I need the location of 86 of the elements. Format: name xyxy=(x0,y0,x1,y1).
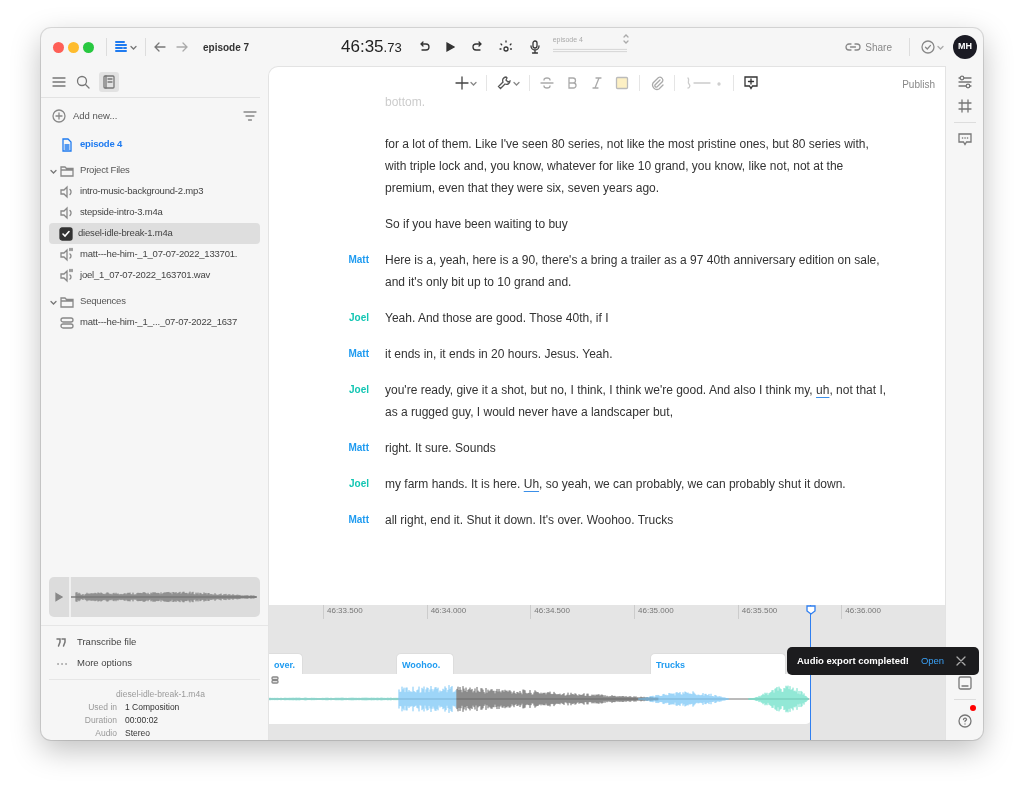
transcript-paragraph: it ends in, it ends in 20 hours. Jesus. Yeah. xyxy=(385,346,614,363)
transcript-paragraph: for a lot of them. Like I've seen 80 series, not like the most pristine ones, but 80 series with, with triple lock and, you know, whatever for like 10 grand, you know, like not, not at the premium, even that they were six, seven years ago. xyxy=(385,136,870,197)
tools-button[interactable] xyxy=(496,75,520,91)
wrench-icon xyxy=(496,75,512,91)
time-tick-label: 46:36.000 xyxy=(841,605,946,619)
tree-item[interactable]: diesel-idle-break-1.m4a xyxy=(49,223,260,244)
grid-icon[interactable] xyxy=(956,98,973,114)
speaker-icon xyxy=(59,204,75,221)
speaker-name[interactable]: Matt xyxy=(348,254,369,265)
transcribe-button[interactable]: Transcribe file xyxy=(77,635,137,650)
caret-icon xyxy=(512,79,520,87)
filter-icon[interactable] xyxy=(242,108,258,124)
clip-label[interactable]: Trucks xyxy=(650,653,786,674)
info-value: Stereo xyxy=(125,727,151,740)
time-tick-label: 46:34.500 xyxy=(530,605,634,619)
check-circle-icon[interactable] xyxy=(920,39,936,55)
speaker-name[interactable]: Matt xyxy=(348,348,369,359)
tree-item[interactable]: intro-music-background-2.mp3 xyxy=(49,181,260,202)
speaker-name[interactable]: Joel xyxy=(349,384,369,395)
search-icon[interactable] xyxy=(75,73,91,90)
add-new-button[interactable]: Add new... xyxy=(73,108,118,124)
transcript-paragraph: all right, end it. Shut it down. It's over. Woohoo. Trucks xyxy=(385,512,675,529)
time-tick-label: 46:34.000 xyxy=(426,605,531,619)
sequence-icon xyxy=(59,314,75,331)
window-control-button[interactable] xyxy=(53,41,64,53)
transcript-paragraph: So if you have been waiting to buy xyxy=(385,216,569,233)
tree-item[interactable]: matt---he-him-_1_..._07-07-2022_1637 xyxy=(49,312,260,333)
transcript-paragraph: Yeah. And those are good. Those 40th, if I xyxy=(385,310,610,327)
insert-button[interactable] xyxy=(455,76,477,90)
info-label: Used in xyxy=(87,701,118,714)
info-label: Audio xyxy=(94,727,118,740)
open-link[interactable]: Open xyxy=(920,653,945,669)
add-icon[interactable] xyxy=(51,108,67,124)
tree-item[interactable]: episode 4 xyxy=(49,134,260,155)
speaker-name[interactable]: Joel xyxy=(349,312,369,323)
paperclip-icon[interactable] xyxy=(649,75,665,91)
clip-label[interactable]: Woohoo. xyxy=(396,653,454,674)
window-title: episode 7 xyxy=(203,40,251,55)
tree-item[interactable]: Project Files xyxy=(49,160,260,181)
speaker-quote-icon xyxy=(59,246,75,263)
notebook-icon[interactable] xyxy=(99,71,119,92)
file-name: diesel-idle-break-1.m4a xyxy=(115,688,206,701)
document-icon xyxy=(59,136,75,153)
clip-handle-icon[interactable] xyxy=(271,676,279,684)
info-value: 00:00:02 xyxy=(125,714,159,727)
transcript-paragraph: right. It sure. Sounds xyxy=(385,440,497,457)
tree-item[interactable]: stepside-intro-3.m4a xyxy=(49,202,260,223)
share-button[interactable]: Share xyxy=(845,39,892,55)
strikethrough-icon[interactable] xyxy=(539,75,555,91)
sliders-icon[interactable] xyxy=(956,74,973,90)
more-options-button[interactable]: More options xyxy=(77,656,132,671)
caret-icon xyxy=(469,79,477,87)
transcript-paragraph: my farm hands. It is here. Uh, so yeah, we can probably, we can probably shut it down. xyxy=(385,476,847,493)
transcript-paragraph: Here is a, yeah, here is a 90, there's a bring a trailer as a 97 40th anniversary edition on sale, and it's only bit up to 10 grand and. xyxy=(385,252,881,291)
clip-label[interactable]: over. xyxy=(269,653,303,674)
speaker-name[interactable]: Joel xyxy=(349,478,369,489)
tree-item[interactable]: Sequences xyxy=(49,291,260,312)
info-label: Duration xyxy=(83,714,118,727)
tap-icon[interactable] xyxy=(497,39,514,55)
add-comment-icon[interactable] xyxy=(743,75,759,91)
comment-icon[interactable] xyxy=(956,131,973,147)
plus-icon xyxy=(455,76,469,90)
play-icon[interactable] xyxy=(443,41,456,53)
speaker-icon xyxy=(59,183,75,200)
time-tick-label: 46:35.000 xyxy=(634,605,738,619)
quote-icon xyxy=(55,636,69,649)
timecode: 46:35.73 xyxy=(341,36,402,59)
tree-item[interactable]: joel_1_07-07-2022_163701.wav xyxy=(49,265,260,286)
speaker-name[interactable]: Matt xyxy=(348,442,369,453)
user-avatar[interactable]: MH xyxy=(953,35,977,59)
time-tick-label: 46:33.500 xyxy=(323,605,427,619)
close-icon[interactable] xyxy=(956,656,967,666)
transcript-paragraph: you're ready, give it a shot, but no, I think, I think we're good. And also I think my, uh, not that I, as a rugged guy, I would never have a landscaper but, xyxy=(385,382,888,421)
checkbox-icon[interactable] xyxy=(59,226,73,241)
toast-message: Audio export completed! xyxy=(797,653,909,668)
window-control-button[interactable] xyxy=(83,41,94,53)
playhead-handle-icon[interactable] xyxy=(806,605,816,615)
speaker-quote-icon xyxy=(59,267,75,284)
publish-button[interactable]: Publish xyxy=(902,77,935,92)
speaker-name[interactable]: Matt xyxy=(348,514,369,525)
help-icon[interactable] xyxy=(956,712,973,729)
panel-icon[interactable] xyxy=(956,675,973,691)
tree-item[interactable]: matt---he-him-_1_07-07-2022_133701. xyxy=(49,244,260,265)
info-value: 1 Composition xyxy=(125,701,180,714)
logo-icon[interactable] xyxy=(113,39,129,55)
highlight-icon[interactable] xyxy=(614,75,630,91)
